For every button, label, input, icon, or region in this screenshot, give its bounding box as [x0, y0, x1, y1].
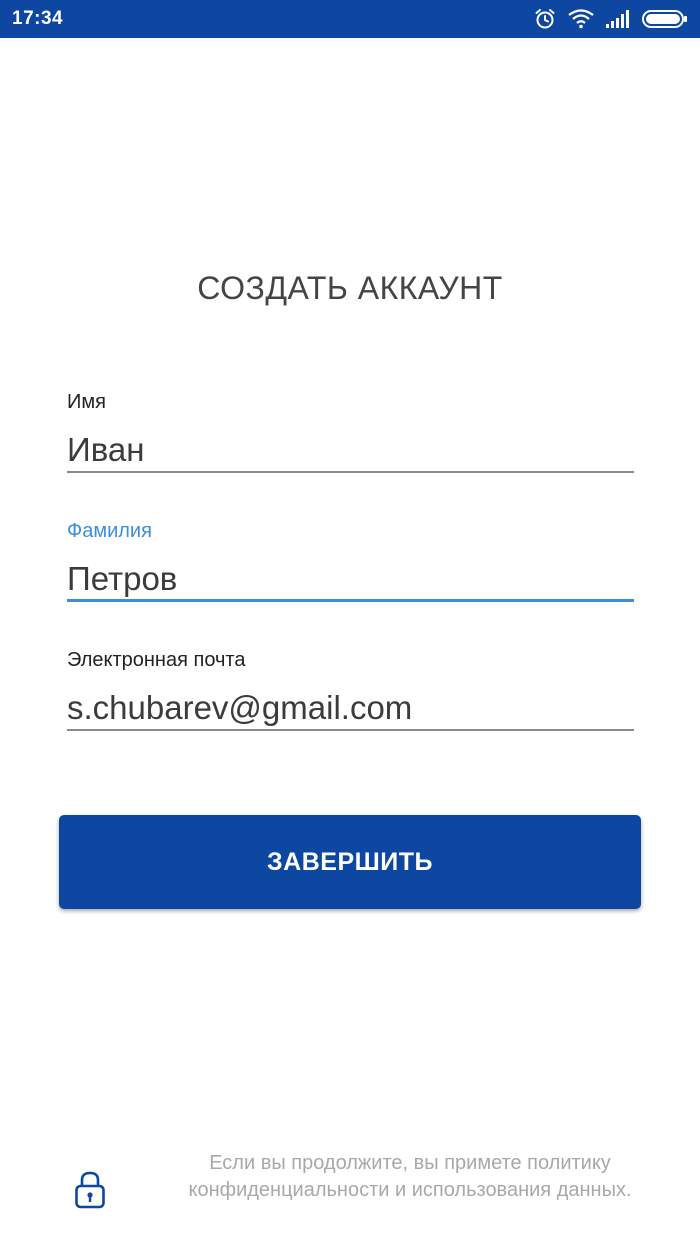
finish-button[interactable]: ЗАВЕРШИТЬ: [59, 815, 641, 909]
email-label: Электронная почта: [67, 649, 246, 671]
email-field: Электронная почта: [67, 647, 634, 731]
first-name-label: Имя: [67, 391, 106, 413]
status-icons: [534, 8, 688, 30]
first-name-input[interactable]: [67, 429, 634, 473]
email-input[interactable]: [67, 687, 634, 731]
last-name-label: Фамилия: [67, 520, 152, 542]
signal-icon: [606, 10, 630, 28]
alarm-clock-icon: [534, 8, 556, 30]
privacy-policy-text: Если вы продолжите, вы примете политику …: [188, 1152, 632, 1201]
page-title: СОЗДАТЬ АККАУНТ: [197, 270, 503, 306]
lock-icon: [74, 1170, 106, 1215]
last-name-field: Фамилия: [67, 518, 634, 602]
last-name-input[interactable]: [67, 558, 634, 602]
wifi-icon: [568, 9, 594, 29]
status-time: 17:34: [12, 8, 64, 29]
battery-icon: [642, 9, 688, 29]
first-name-field: Имя: [67, 389, 634, 473]
status-bar: 17:34: [0, 0, 700, 38]
privacy-footer: Если вы продолжите, вы примете политику …: [60, 1150, 680, 1234]
